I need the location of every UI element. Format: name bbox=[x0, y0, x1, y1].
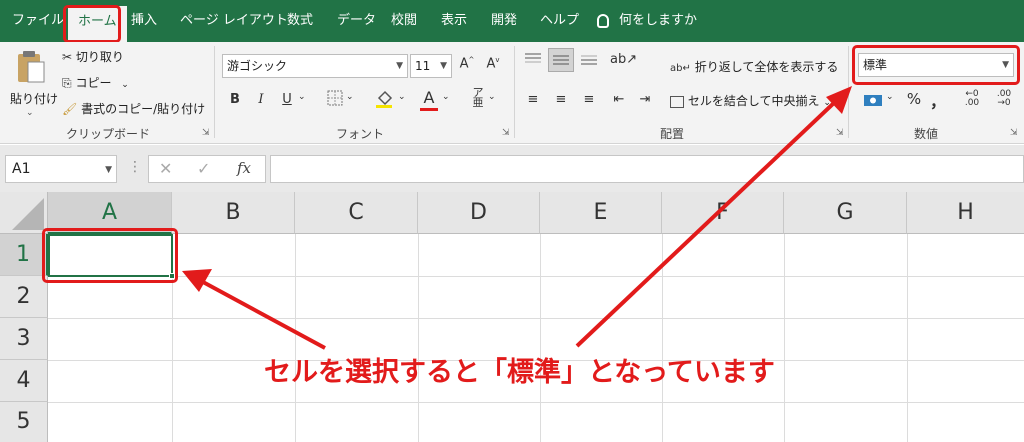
arrow-to-number-format bbox=[575, 86, 852, 348]
annotation-text: セルを選択すると「標準」となっています bbox=[264, 357, 775, 388]
arrow-to-cell bbox=[182, 269, 326, 350]
